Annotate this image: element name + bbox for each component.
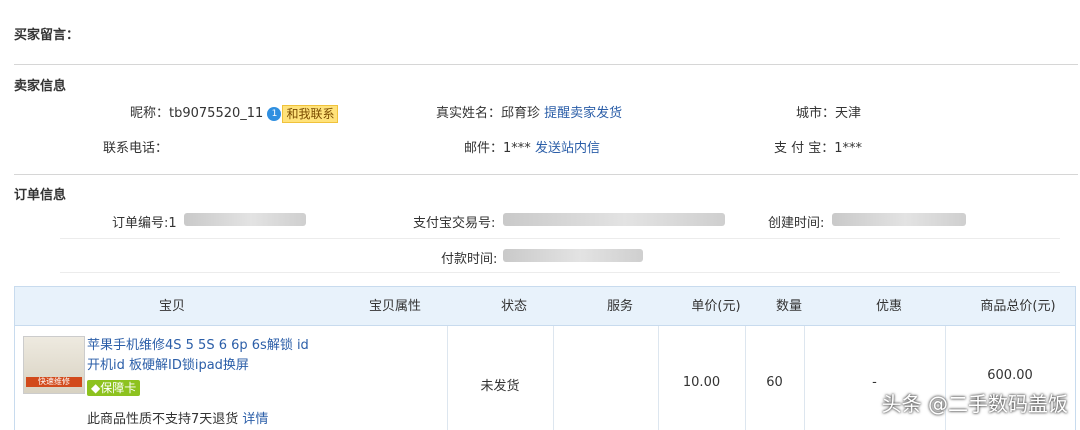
phone-label: 联系电话：	[103, 141, 169, 156]
email-value: 1***	[503, 141, 531, 156]
order-status: 未发货	[480, 379, 520, 394]
order-number-value: 1	[168, 216, 177, 231]
seller-nickname: 昵称：tb9075520_11 1 和我联系	[130, 102, 339, 123]
order-table-header: 宝贝 宝贝属性 状态 服务 单价(元) 数量 优惠 商品总价(元)	[14, 286, 1076, 326]
remind-seller-ship-link[interactable]: 提醒卖家发货	[544, 106, 622, 121]
paid-time-label: 付款时间:	[441, 252, 498, 267]
paid-time: 付款时间:	[441, 248, 497, 267]
redacted-alipay-trade-number	[503, 213, 725, 226]
alipay-label: 支 付 宝：	[774, 141, 835, 156]
divider	[60, 272, 1060, 273]
column-divider	[553, 326, 554, 430]
divider	[14, 174, 1078, 175]
col-header-item: 宝贝	[158, 299, 185, 314]
col-header-unit-price: 单价(元)	[691, 299, 741, 314]
order-info-title: 订单信息	[14, 188, 67, 203]
contact-me-button[interactable]: 和我联系	[282, 104, 339, 123]
watermark: 头条 @二手数码盖饭	[881, 392, 1068, 416]
created-time: 创建时间:	[768, 212, 824, 231]
wangwang-chat-icon[interactable]: 1	[267, 106, 282, 121]
col-header-total: 商品总价(元)	[980, 299, 1056, 314]
order-number-label: 订单编号:	[112, 216, 169, 231]
alipay-trade-number: 支付宝交易号:	[413, 212, 495, 231]
col-header-quantity: 数量	[775, 299, 802, 314]
divider	[60, 238, 1060, 239]
guarantee-badge[interactable]: ◆保障卡	[87, 380, 141, 396]
seller-info-title: 卖家信息	[14, 79, 67, 94]
guarantee-card[interactable]: ◆保障卡	[87, 380, 141, 396]
quantity: 60	[766, 375, 783, 390]
send-message-link[interactable]: 发送站内信	[535, 141, 600, 156]
city-label: 城市：	[796, 106, 836, 121]
guarantee-badge-label: 保障卡	[100, 381, 137, 395]
col-header-service: 服务	[606, 299, 633, 314]
alipay-value: 1***	[834, 141, 863, 156]
divider	[14, 64, 1078, 65]
seller-alipay: 支 付 宝：1***	[774, 137, 862, 156]
buyer-message-label: 买家留言：	[14, 28, 80, 43]
product-title-line1[interactable]: 苹果手机维修4S 5 5S 6 6p 6s解锁 id	[87, 336, 309, 356]
alipay-trade-label: 支付宝交易号:	[413, 216, 496, 231]
seller-phone: 联系电话：	[103, 137, 168, 156]
col-header-attributes: 宝贝属性	[368, 299, 421, 314]
order-number: 订单编号:1	[112, 212, 177, 231]
col-header-discount: 优惠	[875, 299, 902, 314]
col-header-status: 状态	[500, 299, 527, 314]
product-title-line2[interactable]: 开机id 板硬解ID锁ipad换屏	[87, 356, 309, 376]
redacted-created-time	[832, 213, 966, 226]
nickname-value: tb9075520_11	[169, 106, 264, 121]
created-time-label: 创建时间:	[768, 216, 825, 231]
shield-icon: ◆	[91, 381, 101, 395]
unit-price: 10.00	[682, 375, 721, 390]
product-thumbnail[interactable]: 快速维修	[23, 336, 85, 394]
return-policy-text: 此商品性质不支持7天退货	[87, 412, 239, 427]
realname-label: 真实姓名：	[436, 106, 502, 121]
seller-city: 城市：天津	[796, 102, 861, 121]
realname-value: 邱育珍	[501, 106, 541, 121]
seller-email: 邮件：1*** 发送站内信	[464, 137, 600, 156]
email-label: 邮件：	[464, 141, 504, 156]
thumbnail-caption: 快速维修	[26, 377, 82, 387]
nickname-label: 昵称：	[130, 106, 170, 121]
redacted-order-number	[184, 213, 306, 226]
product-title-link[interactable]: 苹果手机维修4S 5 5S 6 6p 6s解锁 id 开机id 板硬解ID锁ip…	[87, 336, 309, 376]
return-policy: 此商品性质不支持7天退货 详情	[87, 408, 268, 427]
total-price: 600.00	[987, 368, 1033, 383]
city-value: 天津	[835, 106, 862, 121]
policy-details-link[interactable]: 详情	[242, 412, 268, 427]
seller-realname: 真实姓名：邱育珍 提醒卖家发货	[436, 102, 622, 121]
redacted-paid-time	[503, 249, 643, 262]
